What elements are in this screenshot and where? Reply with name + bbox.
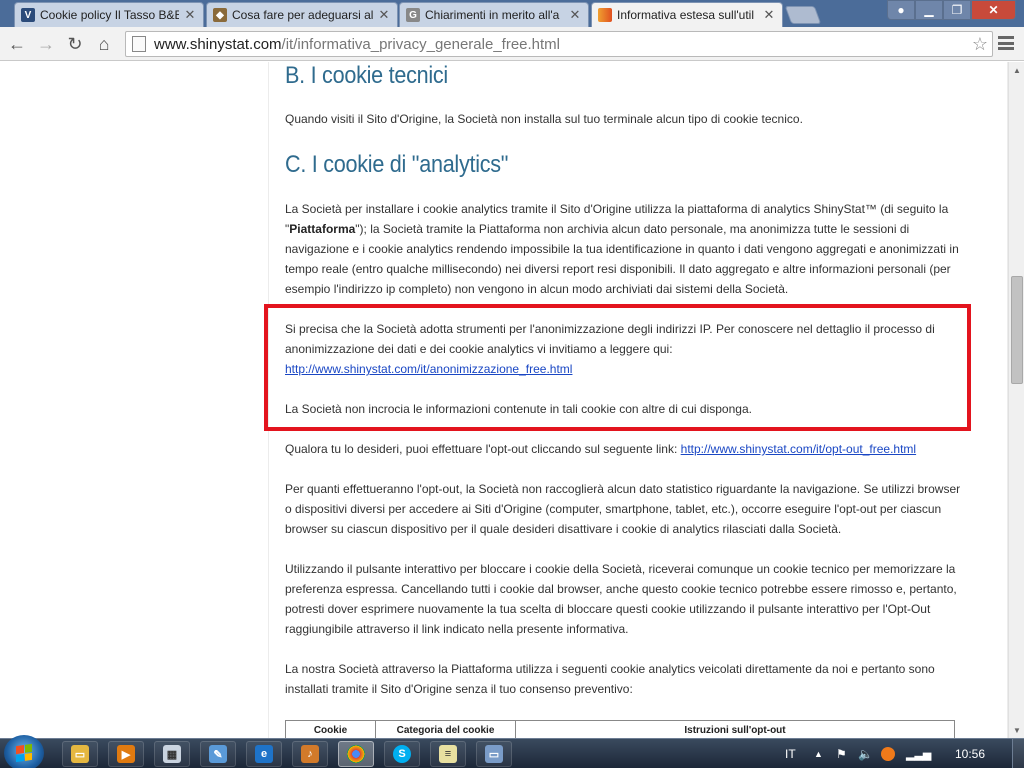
tab-informativa[interactable]: Informativa estesa sull'util ✕	[591, 2, 783, 27]
taskbar-media-player[interactable]: ▶	[108, 741, 144, 767]
tab-close-icon[interactable]: ✕	[568, 7, 582, 23]
show-desktop-button[interactable]	[1012, 739, 1024, 768]
taskbar-paint[interactable]: ✎	[200, 741, 236, 767]
paragraph-optout-effect: Per quanti effettueranno l'opt-out, la S…	[285, 482, 961, 536]
media-player-icon: ▶	[117, 745, 135, 763]
taskbar-internet-explorer[interactable]: e	[246, 741, 282, 767]
tab-chiarimenti[interactable]: G Chiarimenti in merito all'a ✕	[399, 2, 589, 27]
heading-technical-cookies: B. I cookie tecnici	[285, 62, 448, 89]
taskbar-winamp[interactable]: ♪	[292, 741, 328, 767]
calculator-icon: ▦	[163, 745, 181, 763]
minimize-button[interactable]: ▁	[915, 0, 943, 20]
scrollbar-thumb[interactable]	[1011, 276, 1023, 384]
reload-icon[interactable]: ↻	[64, 33, 86, 55]
taskbar-calculator[interactable]: ▦	[154, 741, 190, 767]
skype-icon: S	[393, 745, 411, 763]
google-favicon-icon: G	[406, 8, 420, 22]
address-bar[interactable]: www.shinystat.com/it/informativa_privacy…	[125, 31, 993, 57]
bookmark-star-icon[interactable]: ☆	[968, 34, 992, 55]
window-icon: ▭	[485, 745, 503, 763]
winamp-icon: ♪	[301, 745, 319, 763]
explorer-icon: ▭	[71, 745, 89, 763]
taskbar-explorer[interactable]: ▭	[62, 741, 98, 767]
paragraph-platform-cookies: La nostra Società attraverso la Piattafo…	[285, 662, 935, 696]
tab-strip: V Cookie policy Il Tasso B&B ✕ ◆ Cosa fa…	[0, 0, 1024, 27]
tab-close-icon[interactable]: ✕	[762, 7, 776, 23]
internet-explorer-icon: e	[255, 745, 273, 763]
tab-close-icon[interactable]: ✕	[183, 7, 197, 23]
cookie-table: Cookie Categoria del cookie Istruzioni s…	[285, 720, 955, 738]
chrome-menu-icon[interactable]	[998, 36, 1014, 50]
paragraph-optout: Qualora tu lo desideri, puoi effettuare …	[285, 442, 917, 456]
taskbar-window[interactable]: ▭	[476, 741, 512, 767]
user-icon[interactable]: ●	[887, 0, 915, 20]
scroll-down-arrow-icon[interactable]: ▼	[1009, 722, 1024, 738]
tab-cosa-fare[interactable]: ◆ Cosa fare per adeguarsi al ✕	[206, 2, 398, 27]
volume-icon[interactable]: 🔈	[858, 739, 873, 768]
windows-taskbar: ▭ ▶ ▦ ✎ e ♪ S ≡ ▭ IT ▲ ⚑ 🔈 ▂▃▅ 10:56	[0, 735, 1024, 768]
url-text[interactable]: www.shinystat.com/it/informativa_privacy…	[154, 36, 968, 53]
taskbar-chrome[interactable]	[338, 741, 374, 767]
browser-toolbar: ← → ↻ ⌂ www.shinystat.com/it/informativa…	[0, 27, 1024, 61]
home-icon[interactable]: ⌂	[93, 33, 115, 55]
taskbar-notepad[interactable]: ≡	[430, 741, 466, 767]
windows-logo-icon	[16, 743, 32, 763]
notepad-icon: ≡	[439, 745, 457, 763]
shinystat-favicon-icon	[598, 8, 612, 22]
avast-icon[interactable]	[881, 739, 895, 768]
forward-arrow-icon[interactable]: →	[35, 33, 57, 55]
tasso-favicon-icon: V	[21, 8, 35, 22]
optout-link[interactable]: http://www.shinystat.com/it/opt-out_free…	[681, 442, 916, 456]
column-header-category: Categoria del cookie	[375, 720, 516, 738]
new-tab-button[interactable]	[784, 6, 822, 24]
chrome-icon	[347, 745, 365, 763]
action-center-flag-icon[interactable]: ⚑	[836, 739, 847, 768]
start-button[interactable]	[4, 735, 44, 768]
maximize-button[interactable]: ❐	[943, 0, 971, 20]
back-arrow-icon[interactable]: ←	[6, 33, 28, 55]
vertical-scrollbar[interactable]: ▲ ▼	[1008, 62, 1024, 738]
column-header-cookie: Cookie	[285, 720, 376, 738]
paragraph-analytics: La Società per installare i cookie analy…	[285, 202, 959, 296]
column-header-optout: Istruzioni sull'opt-out	[515, 720, 955, 738]
show-hidden-icons-icon[interactable]: ▲	[814, 739, 823, 768]
taskbar-skype[interactable]: S	[384, 741, 420, 767]
page-icon	[132, 36, 146, 52]
tab-cookie-policy[interactable]: V Cookie policy Il Tasso B&B ✕	[14, 2, 204, 27]
tab-close-icon[interactable]: ✕	[377, 7, 391, 23]
network-signal-icon[interactable]: ▂▃▅	[906, 739, 931, 768]
scroll-up-arrow-icon[interactable]: ▲	[1009, 62, 1024, 78]
close-window-button[interactable]: ✕	[971, 0, 1016, 20]
heading-analytics-cookies: C. I cookie di "analytics"	[285, 151, 509, 178]
shield-favicon-icon: ◆	[213, 8, 227, 22]
paint-icon: ✎	[209, 745, 227, 763]
highlight-box	[264, 304, 971, 431]
paragraph-interactive-button: Utilizzando il pulsante interattivo per …	[285, 562, 957, 636]
clock[interactable]: 10:56	[955, 739, 985, 768]
language-indicator[interactable]: IT	[785, 739, 796, 768]
paragraph-technical-cookies: Quando visiti il Sito d'Origine, la Soci…	[285, 112, 803, 126]
